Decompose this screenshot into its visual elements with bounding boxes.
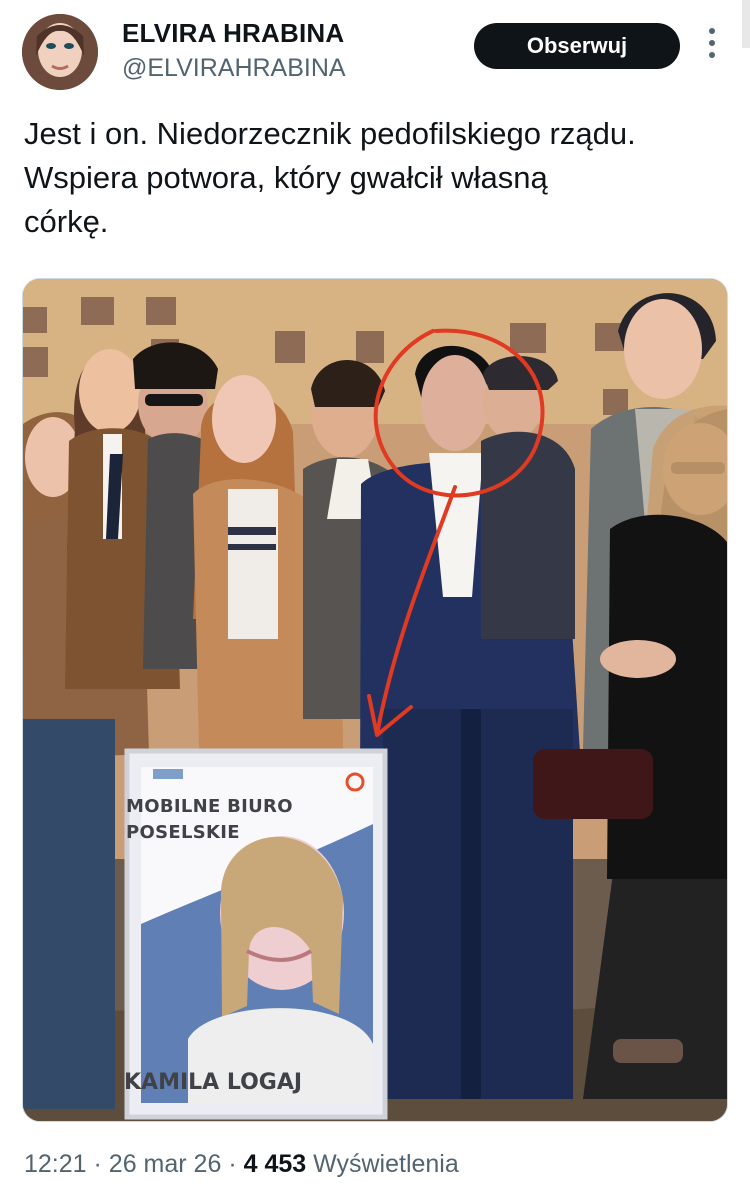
tweet-text-line-3: córkę. — [24, 204, 109, 239]
metadata-separator: · — [93, 1150, 102, 1178]
tweet-text-line-2: Wspiera potwora, który gwałcił własną — [24, 160, 548, 195]
author-name[interactable]: ELVIRA HRABINA — [122, 18, 344, 49]
tweet-header: ELVIRA HRABINA @ELVIRAHRABINA Obserwuj — [0, 0, 750, 100]
tweet-metadata: 12:21 · 26 mar 26 · 4 453 Wyświetlenia — [24, 1150, 459, 1179]
views-label: Wyświetlenia — [313, 1150, 459, 1178]
follow-button[interactable]: Obserwuj — [474, 23, 680, 69]
window-edge-divider — [742, 0, 750, 48]
more-vertical-icon[interactable] — [706, 28, 718, 64]
tweet-text-line-1: Jest i on. Niedorzecznik pedofilskiego r… — [24, 116, 636, 151]
poster-title: MOBILNE BIURO POSELSKIE — [126, 796, 293, 843]
tweet-photo[interactable] — [22, 278, 728, 1122]
avatar[interactable] — [22, 14, 98, 90]
author-handle[interactable]: @ELVIRAHRABINA — [122, 54, 346, 83]
tweet-time[interactable]: 12:21 — [24, 1150, 87, 1178]
poster-name: KAMILA LOGAJ — [124, 1070, 303, 1095]
metadata-separator: · — [228, 1150, 237, 1178]
photo-illustration — [23, 279, 727, 1121]
tweet-date[interactable]: 26 mar 26 — [109, 1150, 222, 1178]
tweet-text: Jest i on. Niedorzecznik pedofilskiego r… — [24, 112, 724, 244]
views-count: 4 453 — [243, 1150, 307, 1178]
